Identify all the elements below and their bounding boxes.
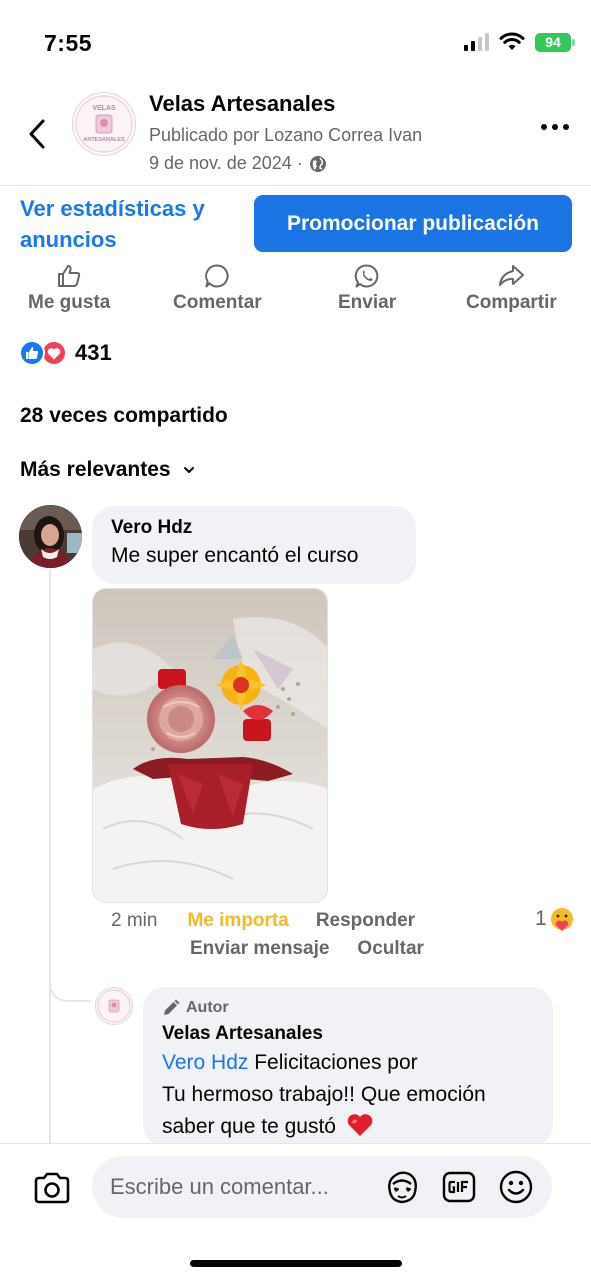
reply-bubble[interactable]: Autor Velas Artesanales Vero Hdz Felicit… [143,987,553,1147]
like-label: Me gusta [28,292,111,313]
comment-button[interactable]: Comentar [173,262,262,314]
share-label: Compartir [466,292,557,313]
reply-line-3: saber que te gustó [162,1115,336,1138]
promote-post-button[interactable]: Promocionar publicación [254,195,572,252]
reply-line-1: Felicitaciones por [248,1051,418,1074]
share-icon [499,265,525,286]
battery-icon: 94 [535,32,575,52]
emoji-icon [499,1170,533,1204]
pencil-icon [164,999,180,1015]
home-indicator [190,1260,402,1267]
gif-button[interactable] [441,1169,477,1205]
mention-link[interactable]: Vero Hdz [162,1051,248,1074]
care-reaction-icon [550,908,573,931]
commenter-name[interactable]: Vero Hdz [111,517,397,539]
comment-text: Me super encantó el curso [111,544,359,567]
like-icon [58,265,81,287]
comment-time: 2 min [111,910,158,931]
status-icons: 94 [464,32,575,52]
reactions-summary[interactable]: 431 [19,340,112,366]
whatsapp-icon [354,264,379,288]
comment-input[interactable] [110,1156,380,1218]
avatar-sticker-icon [388,1171,417,1204]
battery-level: 94 [545,34,561,50]
heart-emoji-icon [347,1114,373,1136]
svg-text:ARTESANALES: ARTESANALES [83,137,125,143]
post-header: VELAS ARTESANALES Velas Artesanales Publ… [0,86,591,182]
page-title[interactable]: Velas Artesanales [149,91,335,117]
chevron-down-icon [183,467,194,473]
status-time: 7:55 [44,30,93,56]
view-stats-link[interactable]: Ver estadísticas y anuncios [20,193,240,255]
post-date: 9 de nov. de 2024 · [149,153,303,173]
reaction-count: 431 [75,340,112,365]
reply-avatar[interactable] [95,987,133,1025]
comment-composer [0,1143,591,1280]
post-date-row: 9 de nov. de 2024 · [149,153,327,174]
send-label: Enviar [338,292,397,313]
comment-icon [205,264,229,288]
globe-icon [309,155,326,172]
wifi-icon [499,32,525,50]
send-message-button[interactable]: Enviar mensaje [190,938,329,960]
back-icon [29,119,45,149]
send-button[interactable]: Enviar [338,262,396,314]
commenter-avatar[interactable] [19,505,82,568]
like-reaction-icon [19,340,45,366]
reply-line-2: Tu hermoso trabajo!! Que emoción [162,1083,486,1106]
avatar-sticker-button[interactable] [384,1169,420,1205]
comment-input-container [92,1156,552,1218]
page-avatar[interactable]: VELAS ARTESANALES [72,92,136,156]
header-divider [0,185,591,186]
reply-author-name[interactable]: Velas Artesanales [162,1023,534,1045]
sort-label: Más relevantes [20,458,171,481]
hide-button[interactable]: Ocultar [357,938,424,960]
comment-photo[interactable] [92,588,328,903]
back-button[interactable] [22,116,52,152]
share-count[interactable]: 28 veces compartido [20,404,228,428]
comment-meta-secondary: Enviar mensaje Ocultar [190,938,424,960]
emoji-button[interactable] [498,1169,534,1205]
share-button[interactable]: Compartir [466,262,557,314]
love-comment-button[interactable]: Me importa [187,910,288,932]
camera-icon [34,1172,70,1204]
like-button[interactable]: Me gusta [28,262,110,314]
post-actions: Me gusta Comentar Enviar Compartir [0,262,591,322]
gif-icon [442,1171,476,1203]
svg-text:VELAS: VELAS [92,105,116,112]
cellular-signal-icon [464,33,489,51]
more-icon[interactable] [541,124,569,130]
comment-label: Comentar [173,292,262,313]
thread-connector [49,960,91,1002]
status-bar: 7:55 94 [0,0,591,80]
reply-text: Vero Hdz Felicitaciones por Tu hermoso t… [162,1047,534,1143]
thread-line [49,570,51,1160]
comment-meta: 2 min Me importa Responder [111,910,415,932]
reply-button[interactable]: Responder [316,910,415,932]
comment-reactions[interactable]: 1 [535,906,575,932]
posted-by: Publicado por Lozano Correa Ivan [149,125,423,145]
author-badge: Autor [162,999,534,1017]
camera-button[interactable] [32,1168,72,1208]
page-logo: VELAS ARTESANALES [75,95,133,153]
comment-bubble[interactable]: Vero Hdz Me super encantó el curso [92,506,416,584]
comment-reaction-count: 1 [535,907,547,930]
comment-sort-dropdown[interactable]: Más relevantes [20,458,195,482]
author-badge-label: Autor [186,999,229,1016]
